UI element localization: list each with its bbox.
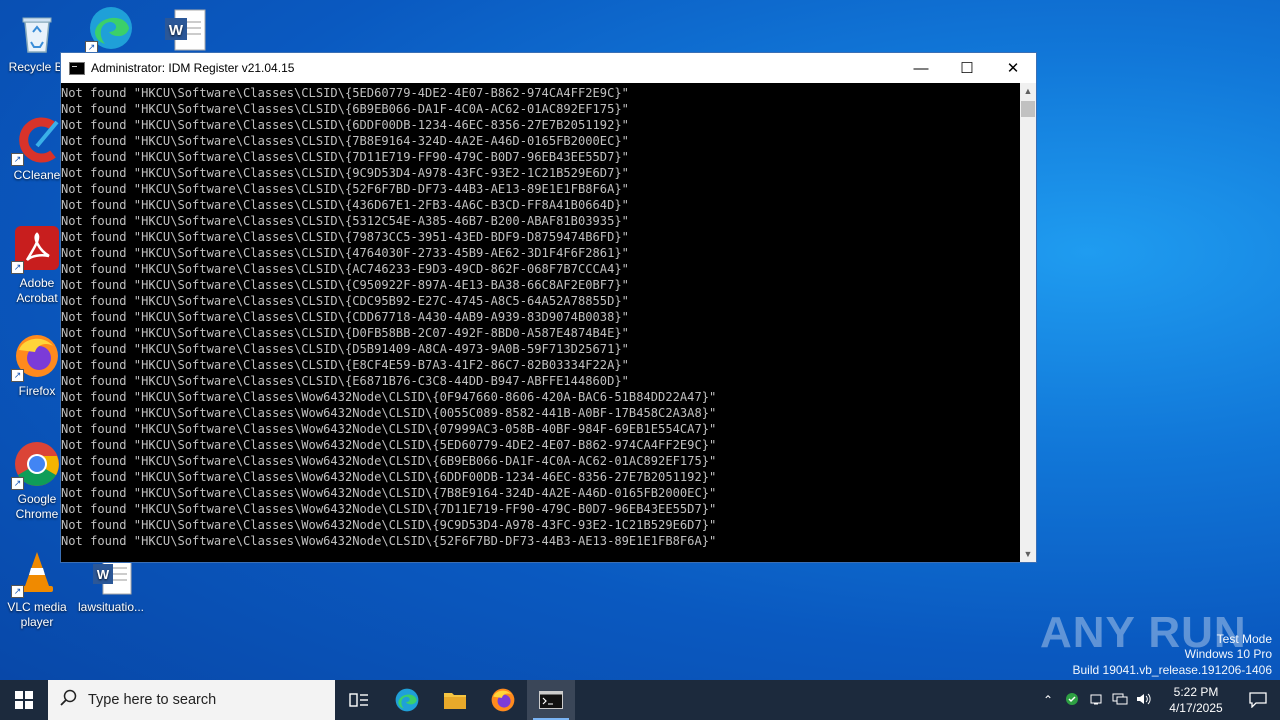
window-titlebar[interactable]: Administrator: IDM Register v21.04.15 — … xyxy=(61,53,1036,83)
console-line: Not found "HKCU\Software\Classes\CLSID\{… xyxy=(61,86,629,100)
console-line: Not found "HKCU\Software\Classes\Wow6432… xyxy=(61,534,717,548)
minimize-button[interactable]: — xyxy=(898,53,944,83)
device-icon[interactable] xyxy=(1084,692,1108,709)
test-mode-text: Test Mode xyxy=(1216,631,1272,646)
task-view-button[interactable] xyxy=(335,680,383,720)
console-line: Not found "HKCU\Software\Classes\Wow6432… xyxy=(61,422,717,436)
clock-date: 4/17/2025 xyxy=(1169,701,1223,715)
console-window[interactable]: Administrator: IDM Register v21.04.15 — … xyxy=(60,52,1037,563)
console-line: Not found "HKCU\Software\Classes\CLSID\{… xyxy=(61,374,629,388)
console-line: Not found "HKCU\Software\Classes\CLSID\{… xyxy=(61,358,629,372)
taskbar-firefox-button[interactable] xyxy=(479,680,527,720)
word-document-icon: W xyxy=(161,8,209,56)
shortcut-arrow-icon: ↗ xyxy=(11,153,24,166)
recycle-bin-graphic xyxy=(13,8,61,56)
shortcut-arrow-icon: ↗ xyxy=(11,369,24,382)
shortcut-arrow-icon: ↗ xyxy=(11,261,24,274)
edition-text: Windows 10 Pro xyxy=(1184,647,1272,661)
scroll-thumb[interactable] xyxy=(1021,101,1035,117)
console-line: Not found "HKCU\Software\Classes\Wow6432… xyxy=(61,502,717,516)
console-line: Not found "HKCU\Software\Classes\Wow6432… xyxy=(61,518,717,532)
console-line: Not found "HKCU\Software\Classes\CLSID\{… xyxy=(61,246,629,260)
vlc-cone-icon: ↗ xyxy=(11,548,61,598)
taskbar-console-button[interactable] xyxy=(527,680,575,720)
console-line: Not found "HKCU\Software\Classes\Wow6432… xyxy=(61,390,717,404)
show-hidden-icons-chevron-icon[interactable]: ⌃ xyxy=(1036,693,1060,707)
security-shield-icon[interactable] xyxy=(1060,692,1084,709)
edge-desktop-icon[interactable]: ↗ xyxy=(74,4,148,56)
console-line: Not found "HKCU\Software\Classes\CLSID\{… xyxy=(61,166,629,180)
console-app-icon xyxy=(69,61,85,75)
adobe-acrobat-icon: ↗ xyxy=(11,224,61,274)
lawsituation-label: lawsituatio... xyxy=(77,600,145,614)
lawsituation-desktop-icon[interactable]: W lawsituatio... xyxy=(74,556,148,615)
console-line: Not found "HKCU\Software\Classes\CLSID\{… xyxy=(61,262,629,276)
console-line: Not found "HKCU\Software\Classes\Wow6432… xyxy=(61,470,717,484)
console-line: Not found "HKCU\Software\Classes\CLSID\{… xyxy=(61,230,629,244)
console-line: Not found "HKCU\Software\Classes\Wow6432… xyxy=(61,486,717,500)
console-line: Not found "HKCU\Software\Classes\Wow6432… xyxy=(61,406,717,420)
scroll-down-arrow-icon[interactable]: ▼ xyxy=(1020,546,1036,562)
start-button[interactable] xyxy=(0,680,48,720)
search-placeholder: Type here to search xyxy=(88,692,217,708)
taskbar-edge-button[interactable] xyxy=(383,680,431,720)
console-cursor xyxy=(61,549,1020,562)
task-view-icon xyxy=(349,693,368,707)
console-line: Not found "HKCU\Software\Classes\CLSID\{… xyxy=(61,182,629,196)
console-line: Not found "HKCU\Software\Classes\CLSID\{… xyxy=(61,342,629,356)
window-title: Administrator: IDM Register v21.04.15 xyxy=(91,61,295,75)
scroll-up-arrow-icon[interactable]: ▲ xyxy=(1020,83,1036,99)
windows-logo-icon xyxy=(15,691,33,709)
console-line: Not found "HKCU\Software\Classes\CLSID\{… xyxy=(61,326,629,340)
edge-icon: ↗ xyxy=(85,4,135,54)
edge-icon xyxy=(395,688,419,712)
clock-time: 5:22 PM xyxy=(1173,685,1219,699)
taskbar: Type here to search ⌃ 5:22 PM 4/17/2025 xyxy=(0,680,1280,720)
firefox-icon: ↗ xyxy=(11,332,61,382)
console-line: Not found "HKCU\Software\Classes\CLSID\{… xyxy=(61,118,629,132)
system-tray: ⌃ 5:22 PM 4/17/2025 xyxy=(1036,680,1280,720)
console-line: Not found "HKCU\Software\Classes\Wow6432… xyxy=(61,454,717,468)
console-line: Not found "HKCU\Software\Classes\CLSID\{… xyxy=(61,214,629,228)
console-output[interactable]: Not found "HKCU\Software\Classes\CLSID\{… xyxy=(61,83,1020,562)
taskbar-file-explorer-button[interactable] xyxy=(431,680,479,720)
console-icon xyxy=(539,691,563,709)
ccleaner-icon: ↗ xyxy=(11,116,61,166)
console-line: Not found "HKCU\Software\Classes\CLSID\{… xyxy=(61,294,629,308)
taskbar-search-box[interactable]: Type here to search xyxy=(48,680,335,720)
maximize-button[interactable]: ☐ xyxy=(944,53,990,83)
volume-icon[interactable] xyxy=(1132,692,1156,709)
shortcut-arrow-icon: ↗ xyxy=(11,585,24,598)
network-icon[interactable] xyxy=(1108,692,1132,709)
svg-text:W: W xyxy=(169,22,184,39)
console-line: Not found "HKCU\Software\Classes\CLSID\{… xyxy=(61,198,629,212)
google-chrome-icon: ↗ xyxy=(11,440,61,490)
close-button[interactable]: ✕ xyxy=(990,53,1036,83)
vertical-scrollbar[interactable]: ▲ ▼ xyxy=(1020,83,1036,562)
svg-text:W: W xyxy=(97,567,110,582)
console-line: Not found "HKCU\Software\Classes\CLSID\{… xyxy=(61,150,629,164)
notification-icon xyxy=(1249,692,1267,708)
windows-watermark: Test Mode Windows 10 Pro Build 19041.vb_… xyxy=(1073,632,1273,679)
action-center-button[interactable] xyxy=(1236,692,1280,708)
console-line: Not found "HKCU\Software\Classes\CLSID\{… xyxy=(61,134,629,148)
folder-icon xyxy=(444,693,466,709)
console-line: Not found "HKCU\Software\Classes\CLSID\{… xyxy=(61,310,629,324)
console-line: Not found "HKCU\Software\Classes\CLSID\{… xyxy=(61,102,629,116)
console-line: Not found "HKCU\Software\Classes\CLSID\{… xyxy=(61,278,629,292)
taskbar-clock[interactable]: 5:22 PM 4/17/2025 xyxy=(1156,684,1236,716)
firefox-icon xyxy=(491,688,515,712)
build-text: Build 19041.vb_release.191206-1406 xyxy=(1072,662,1273,677)
vlc-label: VLC media player xyxy=(7,600,67,629)
search-icon xyxy=(60,689,80,711)
shortcut-arrow-icon: ↗ xyxy=(11,477,24,490)
console-line: Not found "HKCU\Software\Classes\Wow6432… xyxy=(61,438,717,452)
